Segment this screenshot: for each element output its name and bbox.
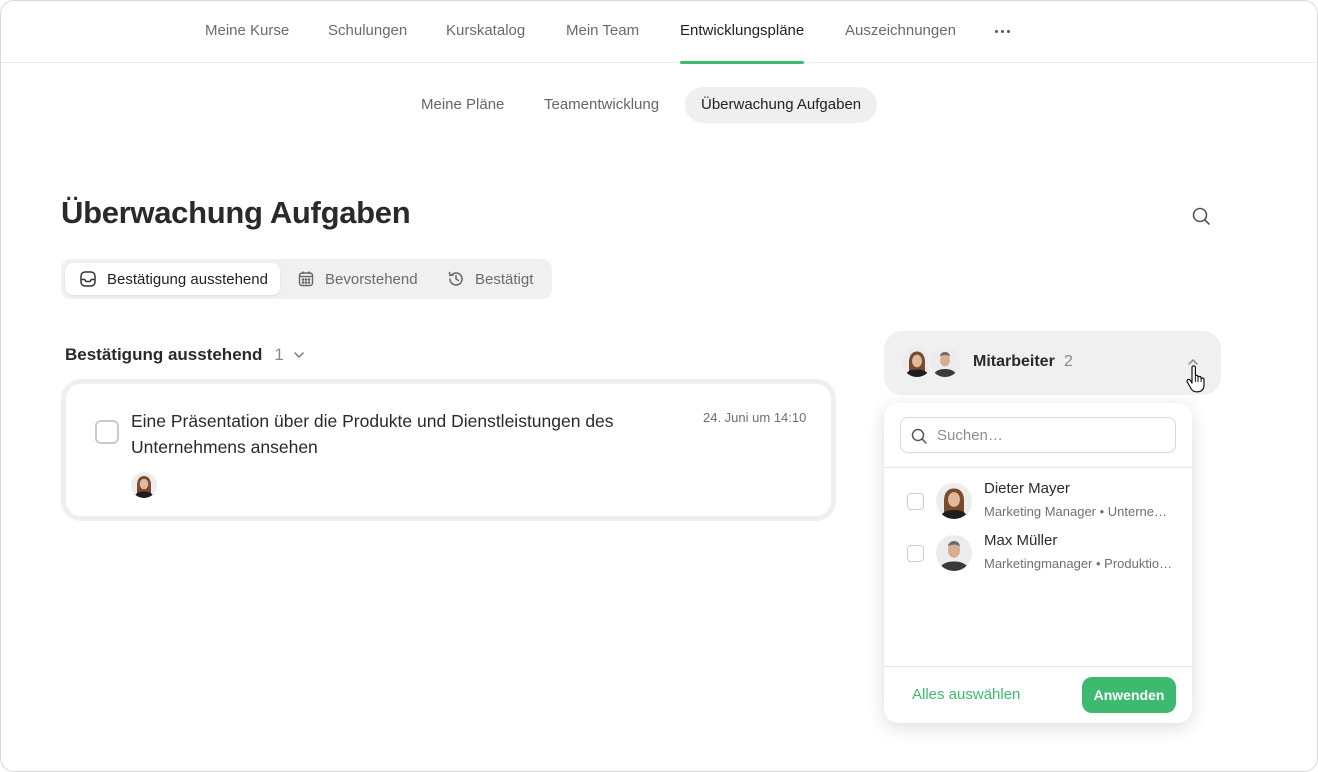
- chevron-up-icon: [1188, 359, 1198, 365]
- subnav-ueberwachung-aufgaben[interactable]: Überwachung Aufgaben: [685, 87, 878, 123]
- top-navigation: Meine Kurse Schulungen Kurskatalog Mein …: [1, 1, 1317, 64]
- apply-button[interactable]: Anwenden: [1082, 677, 1176, 713]
- search-icon[interactable]: [1189, 204, 1213, 228]
- task-checkbox[interactable]: [95, 420, 119, 444]
- employee-option-max-mueller[interactable]: Max Müller Marketingmanager • Produktion…: [884, 529, 1192, 577]
- nav-auszeichnungen[interactable]: Auszeichnungen: [845, 1, 956, 63]
- select-all-link[interactable]: Alles auswählen: [912, 686, 1020, 703]
- employee-checkbox[interactable]: [907, 493, 924, 510]
- more-horizontal-icon[interactable]: [993, 19, 1013, 43]
- nav-entwicklungsplaene[interactable]: Entwicklungspläne: [680, 1, 805, 64]
- tab-label: Bestätigung ausstehend: [107, 270, 268, 288]
- tab-bestaetigung-ausstehend[interactable]: Bestätigung ausstehend: [65, 263, 280, 295]
- employee-meta: Marketingmanager • Produktionsabteilung: [984, 556, 1174, 571]
- page-title: Überwachung Aufgaben: [61, 195, 411, 230]
- nav-mein-team[interactable]: Mein Team: [566, 1, 639, 63]
- employee-search-input[interactable]: [937, 418, 1167, 452]
- employee-dropdown: Dieter Mayer Marketing Manager • Unterne…: [884, 403, 1192, 723]
- section-header-toggle[interactable]: Bestätigung ausstehend 1: [65, 344, 306, 366]
- nav-meine-kurse[interactable]: Meine Kurse: [205, 1, 289, 63]
- inbox-icon: [80, 271, 96, 287]
- employee-checkbox[interactable]: [907, 545, 924, 562]
- employee-name: Dieter Mayer: [984, 480, 1070, 497]
- tab-bevorstehend[interactable]: Bevorstehend: [283, 263, 430, 295]
- nav-schulungen[interactable]: Schulungen: [328, 1, 407, 63]
- chevron-down-icon: [294, 352, 304, 358]
- divider: [884, 666, 1192, 667]
- search-icon: [911, 428, 927, 444]
- status-tabs: Bestätigung ausstehend Bevorstehend Best…: [61, 259, 552, 299]
- subnav-meine-plaene[interactable]: Meine Pläne: [405, 87, 520, 123]
- calendar-icon: [298, 271, 314, 287]
- employee-filter-label: Mitarbeiter: [973, 353, 1055, 370]
- employee-name: Max Müller: [984, 532, 1058, 549]
- employee-meta: Marketing Manager • Unternehmenskommunik…: [984, 504, 1174, 519]
- avatar: [936, 483, 972, 519]
- task-card[interactable]: Eine Präsentation über die Produkte und …: [61, 379, 836, 521]
- nav-kurskatalog[interactable]: Kurskatalog: [446, 1, 525, 63]
- tab-bestaetigt[interactable]: Bestätigt: [433, 263, 545, 295]
- history-icon: [448, 271, 463, 286]
- avatar: [131, 472, 157, 498]
- avatar: [936, 535, 972, 571]
- employee-option-dieter-mayer[interactable]: Dieter Mayer Marketing Manager • Unterne…: [884, 477, 1192, 525]
- avatar: [928, 345, 962, 379]
- employee-filter-button[interactable]: Mitarbeiter 2: [884, 331, 1221, 395]
- divider: [884, 467, 1192, 468]
- section-count: 1: [274, 345, 284, 364]
- employee-filter-count: 2: [1064, 353, 1073, 370]
- employee-search-field[interactable]: [900, 417, 1176, 453]
- task-title[interactable]: Eine Präsentation über die Produkte und …: [131, 408, 671, 460]
- subnav-teamentwicklung[interactable]: Teamentwicklung: [528, 87, 675, 123]
- app-window: Meine Kurse Schulungen Kurskatalog Mein …: [0, 0, 1318, 772]
- tab-label: Bestätigt: [475, 270, 534, 288]
- section-title: Bestätigung ausstehend: [65, 345, 263, 364]
- tab-label: Bevorstehend: [325, 270, 418, 288]
- task-date: 24. Juni um 14:10: [703, 410, 807, 425]
